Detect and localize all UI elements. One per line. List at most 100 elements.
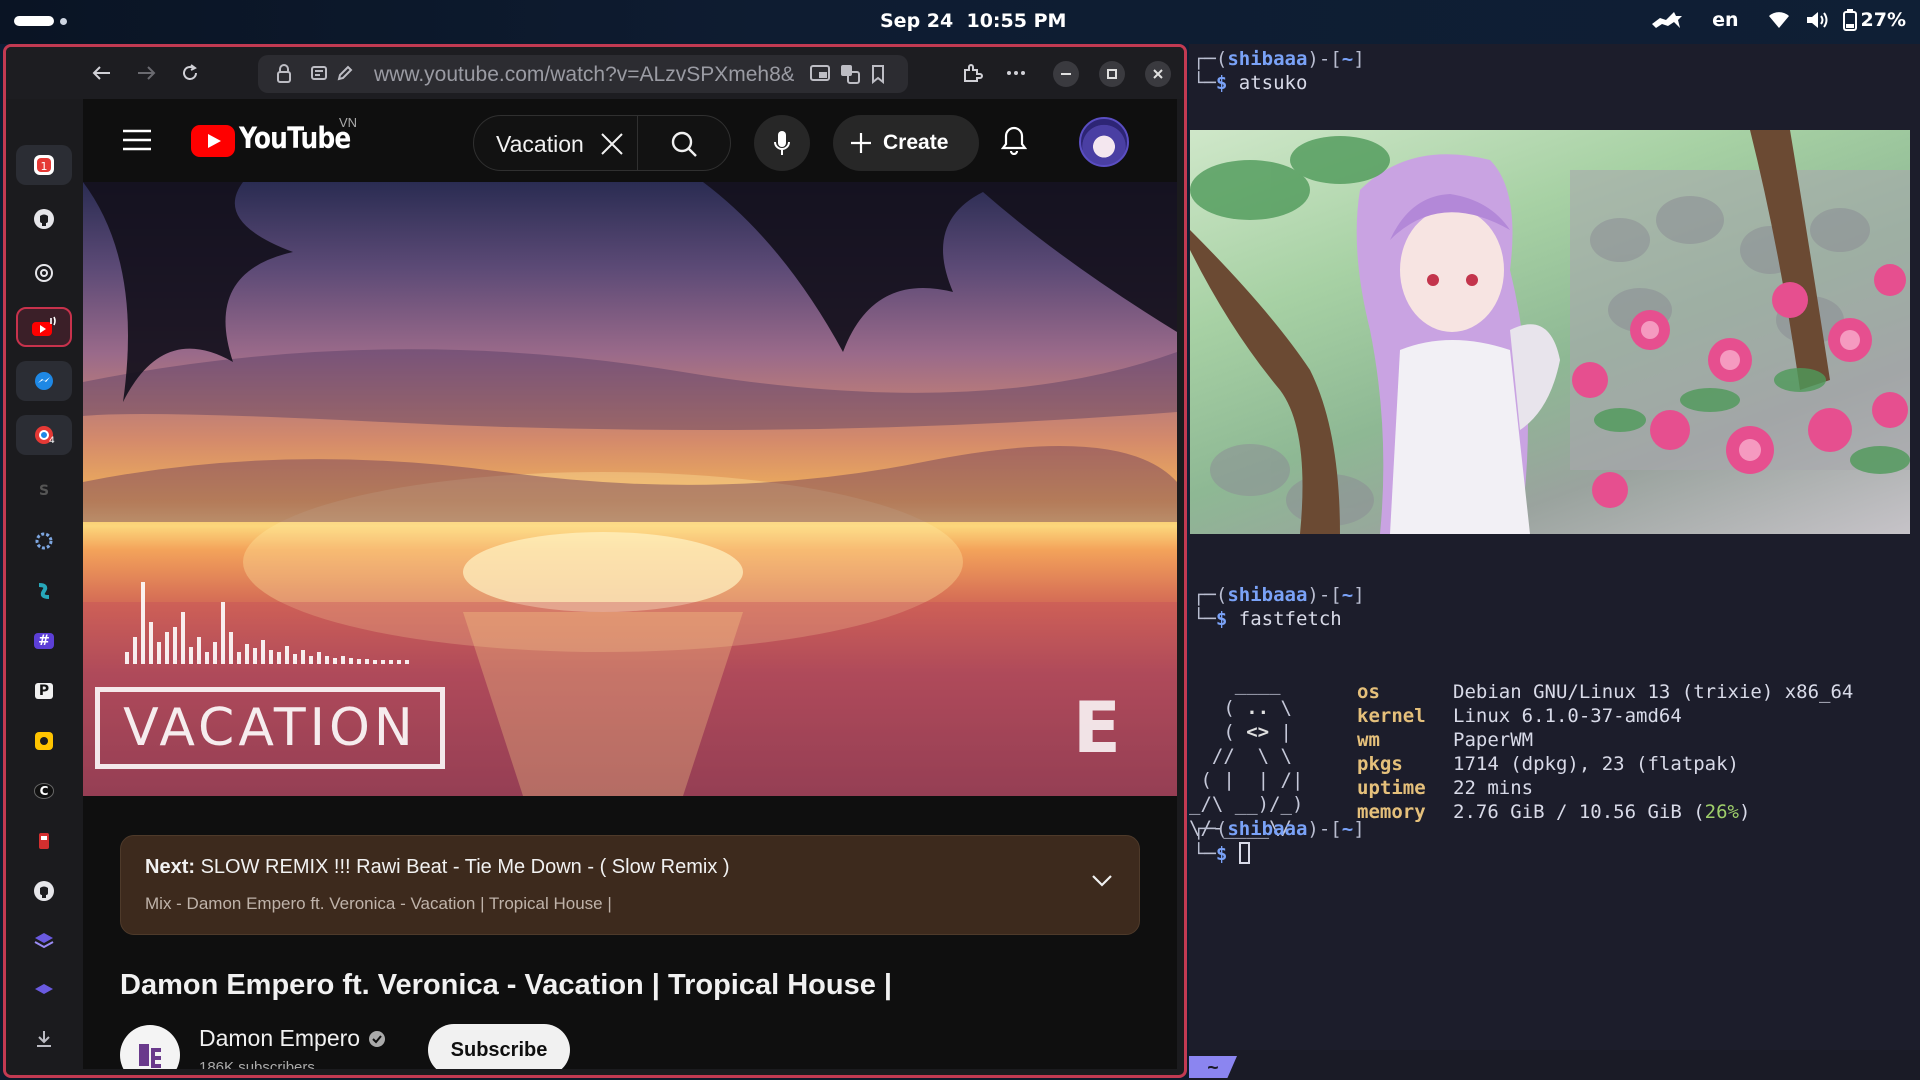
site-info-icon[interactable]	[310, 64, 328, 87]
picture-in-picture-icon[interactable]	[810, 64, 830, 87]
channel-name[interactable]: Damon Empero	[199, 1025, 386, 1052]
layers-app-icon[interactable]	[16, 921, 72, 961]
up-next-mix: Mix - Damon Empero ft. Veronica - Vacati…	[145, 894, 612, 913]
prompt-2: ┌─(shibaaa)-[~]	[1193, 584, 1365, 606]
fastfetch-wm-row: wm PaperWM	[1357, 728, 1853, 752]
notifications-bell-icon[interactable]	[1000, 125, 1028, 160]
sidebar-app-c[interactable]: C	[16, 771, 72, 811]
system-tray[interactable]: en 27%	[1650, 8, 1906, 32]
search-value[interactable]: Vacation	[496, 131, 584, 158]
sidebar-letter-hash: #	[34, 633, 54, 649]
prompt-user: shibaaa	[1227, 48, 1308, 70]
youtube-logo-text[interactable]: YouTube	[239, 121, 351, 155]
minimize-button[interactable]	[1053, 61, 1079, 87]
plus-icon	[851, 133, 871, 153]
sidebar-app-youtube[interactable]	[16, 307, 72, 347]
user-avatar[interactable]	[1079, 117, 1129, 167]
volume-icon[interactable]	[1805, 10, 1829, 30]
up-next-card[interactable]: Next: SLOW REMIX !!! Rawi Beat - Tie Me …	[120, 835, 1140, 935]
add-icon[interactable]	[16, 1064, 72, 1075]
battery-icon[interactable]: 27%	[1842, 9, 1906, 31]
chevron-down-icon[interactable]	[1091, 874, 1113, 893]
close-button[interactable]	[1145, 61, 1171, 87]
sidebar-badge-a: 1	[41, 160, 48, 173]
text-cursor	[1238, 842, 1250, 864]
sidebar-app-s[interactable]: S	[16, 471, 72, 511]
workspace-indicator[interactable]	[14, 16, 67, 26]
command-2-text: fastfetch	[1238, 608, 1342, 630]
workspace-active[interactable]	[14, 16, 54, 26]
snake-app-icon[interactable]	[16, 571, 72, 611]
yellow-app-icon[interactable]	[16, 721, 72, 761]
search-input[interactable]: Vacation	[473, 115, 731, 171]
layers-app-icon-2[interactable]	[16, 969, 72, 1009]
messenger-icon[interactable]	[16, 361, 72, 401]
prompt-dir-3: ~	[1341, 818, 1354, 840]
red-app-icon[interactable]	[16, 821, 72, 861]
clock-time: 10:55 PM	[966, 10, 1067, 32]
youtube-page: YouTube VN Vacation Create VACATION E Ne…	[83, 99, 1177, 1069]
hamburger-menu-icon[interactable]	[123, 129, 151, 156]
channel-watermark[interactable]: E	[1073, 687, 1121, 769]
up-next-video: SLOW REMIX !!! Rawi Beat - Tie Me Down -…	[200, 856, 730, 878]
github-icon[interactable]	[16, 199, 72, 239]
gear-app-icon[interactable]	[16, 521, 72, 561]
edit-icon[interactable]	[336, 64, 354, 87]
fastfetch-kernel-row: kernel Linux 6.1.0-37-amd64	[1357, 704, 1853, 728]
url-text[interactable]: www.youtube.com/watch?v=ALzvSPXmeh8&	[374, 63, 794, 87]
sidebar-app-chrome[interactable]: 4	[16, 415, 72, 455]
top-bar: Sep 24 10:55 PM en 27%	[0, 0, 1920, 44]
youtube-logo-icon[interactable]	[191, 125, 235, 162]
terminal-mode: ~	[1189, 1056, 1237, 1078]
channel-name-text[interactable]: Damon Empero	[199, 1025, 360, 1052]
menu-more-icon[interactable]	[1002, 59, 1030, 87]
channel-avatar[interactable]	[120, 1025, 180, 1069]
download-icon[interactable]	[16, 1019, 72, 1059]
search-icon[interactable]	[670, 130, 698, 163]
github-icon-2[interactable]	[16, 871, 72, 911]
clear-search-icon[interactable]	[600, 132, 624, 161]
sidebar-app-hash[interactable]: #	[16, 621, 72, 661]
create-label: Create	[883, 131, 949, 154]
keyboard-layout[interactable]: en	[1712, 9, 1738, 31]
reload-button[interactable]	[176, 59, 204, 87]
fastfetch-pkgs: 1714 (dpkg), 23 (flatpak)	[1453, 753, 1739, 775]
extensions-icon[interactable]	[958, 59, 986, 87]
chatgpt-icon[interactable]	[16, 253, 72, 293]
forward-button[interactable]	[132, 59, 160, 87]
command-1-text: atsuko	[1238, 72, 1308, 94]
fastfetch-memory-close: )	[1739, 801, 1751, 823]
wifi-icon[interactable]	[1767, 10, 1791, 30]
fastfetch-pkgs-key: pkgs	[1357, 753, 1403, 775]
lock-icon[interactable]	[276, 64, 292, 89]
fastfetch-os: Debian GNU/Linux 13 (trixie) x86_64	[1453, 681, 1854, 703]
subscribe-button[interactable]: Subscribe	[428, 1024, 570, 1069]
fastfetch-uptime: 22 mins	[1453, 777, 1534, 799]
create-button[interactable]: Create	[833, 115, 979, 171]
sidebar-letter-s: S	[38, 483, 50, 499]
fox-tray-icon[interactable]	[1650, 8, 1684, 32]
command-3[interactable]: └─$	[1193, 842, 1250, 865]
clock-date: Sep 24	[880, 10, 954, 32]
clock[interactable]: Sep 24 10:55 PM	[880, 10, 1066, 32]
terminal-window[interactable]: ┌─(shibaaa)-[~] └─$ atsuko ┌─(shibaaa)-[…	[1189, 44, 1920, 1080]
sidebar-app-notification[interactable]: 1	[16, 145, 72, 185]
fastfetch-pkgs-row: pkgs 1714 (dpkg), 23 (flatpak)	[1357, 752, 1853, 776]
maximize-button[interactable]	[1099, 61, 1125, 87]
voice-search-button[interactable]	[754, 115, 810, 171]
workspace-dot[interactable]	[60, 17, 67, 25]
channel-subscribers: 186K subscribers	[199, 1059, 315, 1069]
video-title: Damon Empero ft. Veronica - Vacation | T…	[120, 969, 893, 1001]
bookmark-icon[interactable]	[870, 64, 888, 89]
browser-toolbar: www.youtube.com/watch?v=ALzvSPXmeh8&	[6, 47, 1184, 99]
fastfetch-wm-key: wm	[1357, 729, 1380, 751]
back-button[interactable]	[88, 59, 116, 87]
fastfetch-wm: PaperWM	[1453, 729, 1534, 751]
fastfetch-uptime-key: uptime	[1357, 777, 1426, 799]
video-overlay-text: VACATION	[123, 698, 417, 758]
fastfetch-memory: 2.76 GiB / 10.56 GiB (	[1453, 801, 1705, 823]
translate-icon[interactable]	[840, 64, 860, 89]
sidebar-app-p[interactable]: P	[16, 671, 72, 711]
video-player[interactable]: VACATION E	[83, 182, 1177, 796]
address-bar[interactable]: www.youtube.com/watch?v=ALzvSPXmeh8&	[258, 55, 908, 93]
